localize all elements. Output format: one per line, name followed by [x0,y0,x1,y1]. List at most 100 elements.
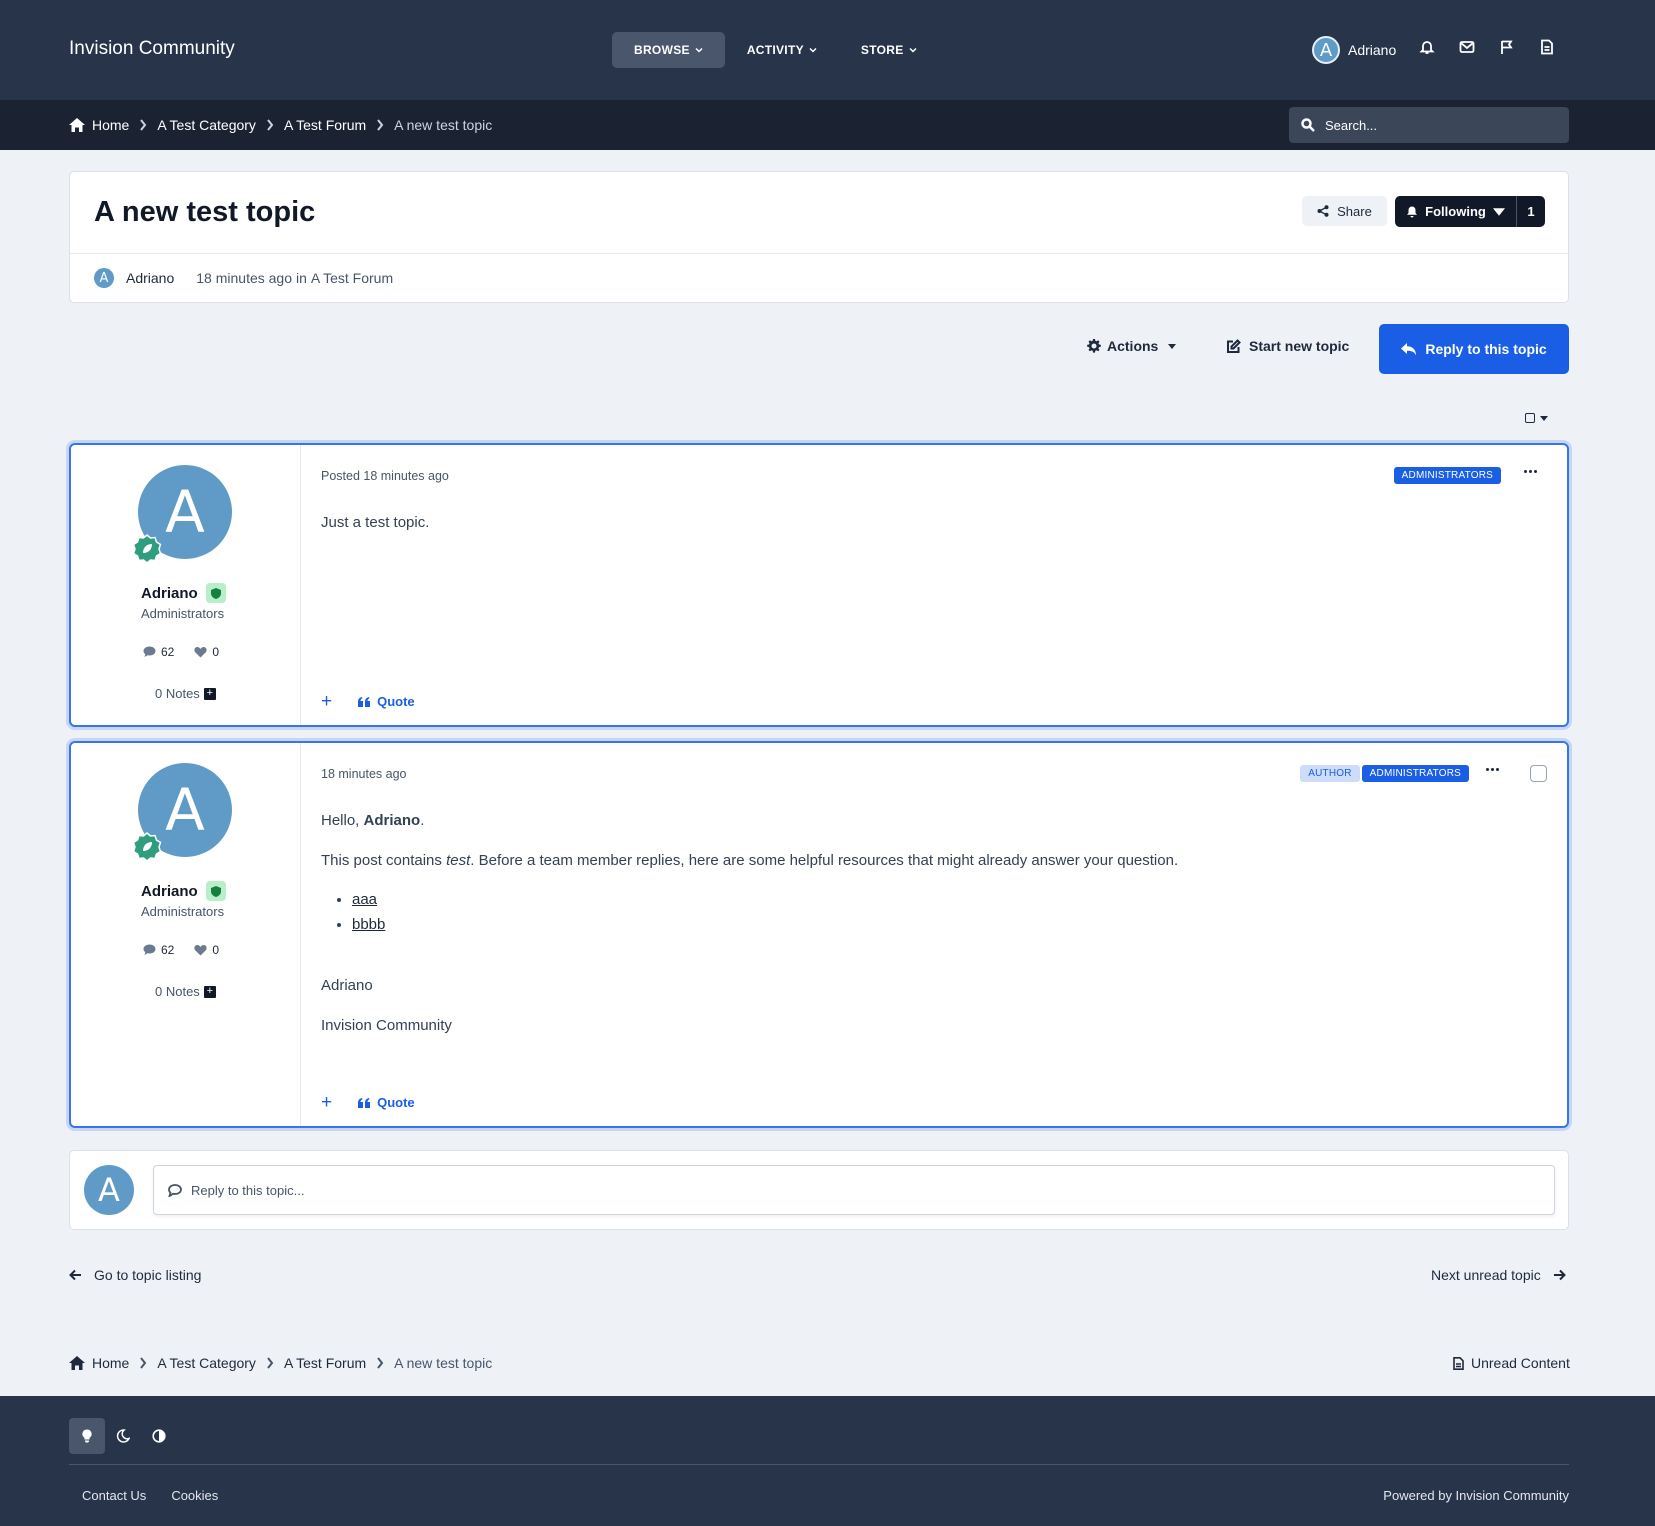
notes-label: 0 Notes [155,984,200,999]
greeting: Hello, Adriano. [321,811,1501,831]
post-author-name[interactable]: Adriano [141,585,198,602]
chevron-down-icon [809,47,817,53]
breadcrumb-category[interactable]: A Test Category [157,1355,256,1371]
post-author-stats: 62 0 [143,645,219,659]
bell-icon [1407,206,1418,217]
breadcrumb-home-label: Home [92,1355,130,1371]
contrast-icon[interactable] [141,1418,177,1454]
contact-us-link[interactable]: Contact Us [82,1488,146,1503]
resource-link[interactable]: bbbb [352,916,385,933]
reputation: 0 [194,943,219,957]
greeting-text: Hello, [321,812,360,829]
reputation-value: 0 [212,645,220,659]
avatar: A [1312,36,1340,64]
comment-icon [143,646,156,657]
go-to-topic-listing[interactable]: Go to topic listing [69,1267,201,1283]
caret-down-icon [1492,207,1505,216]
unread-content-link[interactable]: Unread Content [1453,1355,1570,1371]
post-author-name-row: Adriano [141,881,226,901]
more-options-icon[interactable] [1524,470,1537,473]
post: A Adriano Administrators 62 0 0 Notes + … [69,443,1569,727]
page-title: A new test topic [94,196,316,228]
member-notes[interactable]: 0 Notes + [155,686,216,701]
powered-by-link[interactable]: Powered by Invision Community [1383,1488,1569,1503]
moon-icon[interactable] [105,1418,141,1454]
breadcrumb-forum[interactable]: A Test Forum [284,117,366,133]
topic-author[interactable]: Adriano [126,270,174,286]
post-author-name[interactable]: Adriano [141,883,198,900]
multi-select-toggle[interactable] [1525,413,1548,423]
breadcrumb-forum[interactable]: A Test Forum [284,1355,366,1371]
user-menu[interactable]: A Adriano [1312,36,1396,64]
next-unread-topic[interactable]: Next unread topic [1431,1267,1566,1283]
breadcrumb-home[interactable]: Home [69,117,129,133]
nav-browse[interactable]: BROWSE [612,32,725,68]
post-body: Posted 18 minutes ago ADMINISTRATORS Jus… [321,445,1567,725]
post-date[interactable]: 18 minutes ago [321,767,406,781]
header-icons [1418,38,1556,56]
followers-count[interactable]: 1 [1517,196,1545,227]
plus-icon[interactable]: + [203,687,216,700]
post-select-checkbox[interactable] [1530,765,1547,782]
document-icon[interactable] [1538,38,1556,56]
add-reaction-icon[interactable]: + [321,1093,332,1112]
reply-input[interactable]: Reply to this topic... [153,1165,1555,1215]
checkbox-icon [1525,413,1535,423]
bell-icon[interactable] [1418,38,1436,56]
post: A Adriano Administrators 62 0 0 Notes + … [69,741,1569,1128]
greeting-end: . [420,812,425,829]
lightbulb-icon[interactable] [69,1418,105,1454]
quote-button[interactable]: Quote [358,694,415,709]
following-label: Following [1425,204,1486,219]
search-input[interactable]: Search... [1289,107,1569,143]
avatar[interactable]: A [94,268,114,288]
reply-to-topic-button[interactable]: Reply to this topic [1379,324,1569,374]
resource-link[interactable]: aaa [352,891,377,908]
caret-down-icon [1540,415,1548,421]
start-new-topic-button[interactable]: Start new topic [1226,338,1349,354]
cookies-link[interactable]: Cookies [171,1488,218,1503]
main-nav: BROWSE ACTIVITY STORE [612,32,939,68]
member-notes[interactable]: 0 Notes + [155,984,216,999]
share-button[interactable]: Share [1302,196,1387,226]
topic-forum-link[interactable]: A Test Forum [311,270,393,286]
follow-button[interactable]: Following 1 [1395,196,1545,227]
breadcrumb-home[interactable]: Home [69,1355,129,1371]
greeting-name: Adriano [363,812,421,829]
add-reaction-icon[interactable]: + [321,692,332,711]
breadcrumb-current: A new test topic [394,1355,493,1371]
in-word: in [296,270,307,286]
quote-button[interactable]: Quote [358,1095,415,1110]
envelope-icon[interactable] [1458,38,1476,56]
line-after: . Before a team member replies, here are… [470,851,1179,869]
actions-button[interactable]: Actions [1087,338,1177,354]
heart-icon [194,945,207,956]
divider [70,253,1568,254]
post-tags: ADMINISTRATORS [1393,467,1501,484]
post-actions: + Quote [321,1093,415,1112]
post-author-panel: A Adriano Administrators 62 0 0 Notes + [71,743,301,1126]
share-label: Share [1337,203,1372,219]
plus-icon[interactable]: + [203,985,216,998]
line-before: This post contains [321,851,442,869]
more-options-icon[interactable] [1486,768,1499,771]
post-date[interactable]: Posted 18 minutes ago [321,469,449,483]
post-content: Hello, Adriano. This post contains test.… [321,811,1501,1055]
post-count-value: 62 [161,943,175,957]
following-toggle[interactable]: Following [1395,196,1517,227]
site-logo[interactable]: Invision Community [69,38,235,60]
gear-icon [1087,339,1101,353]
actions-label: Actions [1107,338,1159,354]
chevron-right-icon [256,119,284,131]
flag-icon[interactable] [1498,38,1516,56]
nav-store[interactable]: STORE [839,32,939,68]
nav-activity[interactable]: ACTIVITY [725,32,839,68]
breadcrumb-category[interactable]: A Test Category [157,117,256,133]
nav-store-label: STORE [860,43,904,57]
chevron-right-icon [129,1357,157,1369]
reputation-value: 0 [212,943,220,957]
post-author-group: Administrators [141,606,225,621]
theme-switcher [69,1418,177,1454]
line-em: test [446,851,471,869]
quote-icon [358,1097,371,1108]
